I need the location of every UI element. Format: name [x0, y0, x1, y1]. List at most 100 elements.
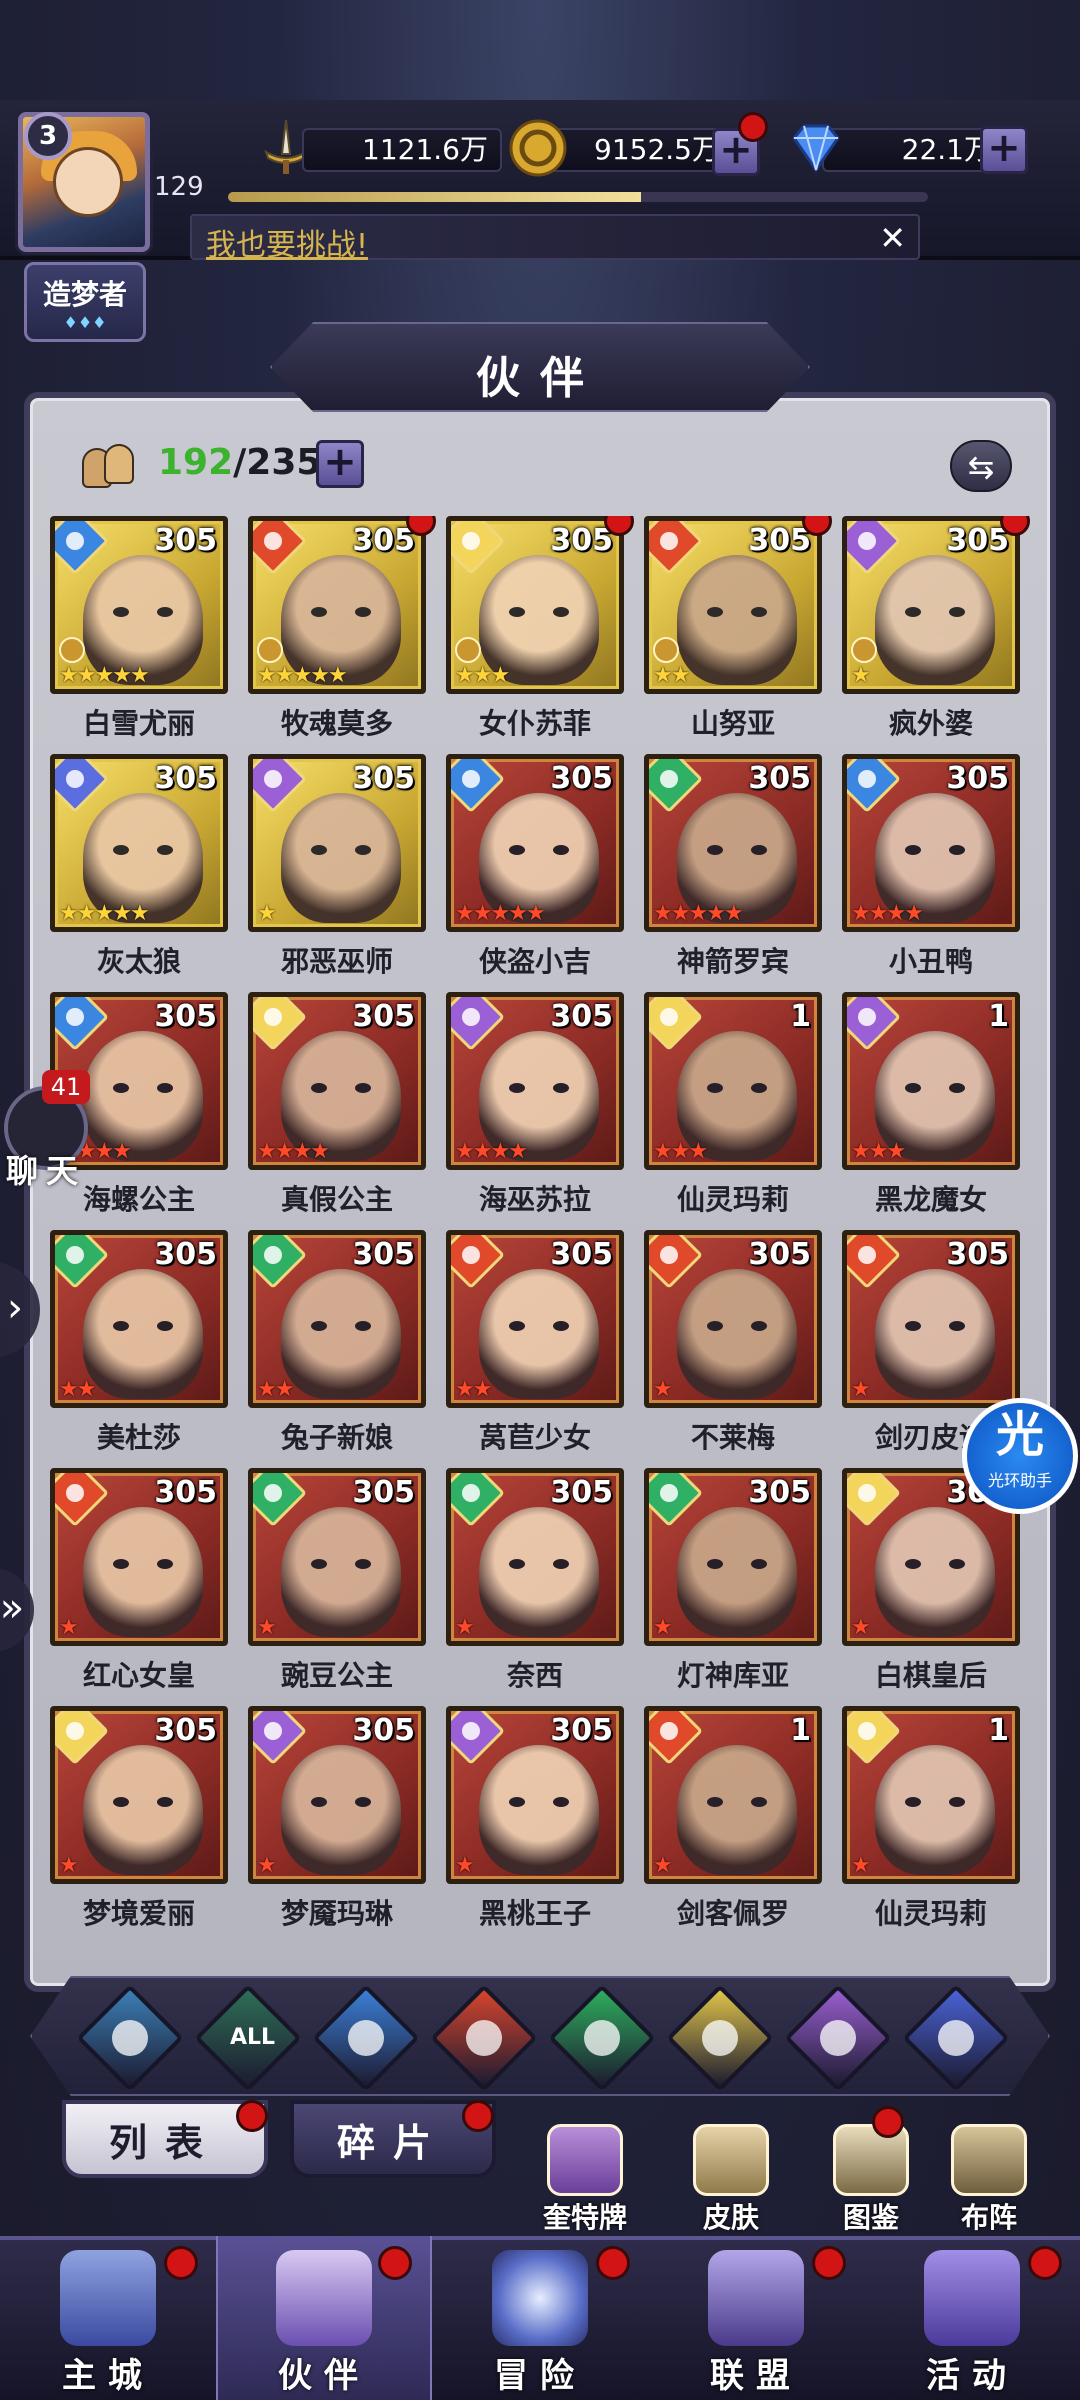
element-light-icon [847, 1711, 901, 1765]
hero-level: 1 [988, 999, 1009, 1034]
hero-art [83, 1269, 203, 1399]
hero-level: 1 [790, 1713, 811, 1748]
hero-card[interactable]: 305 ★★★★ 海巫苏拉 [446, 992, 624, 1228]
element-dark-icon [253, 759, 307, 813]
element-light-icon [847, 1473, 901, 1527]
hero-card[interactable]: 305 ★ 梦境爱丽 [50, 1706, 228, 1942]
nav-alliance[interactable]: 联盟 [648, 2236, 864, 2400]
hero-card[interactable]: 1 ★★★ 仙灵玛莉 [644, 992, 822, 1228]
star-icon: ★ [257, 901, 277, 926]
star-icon: ★ [257, 1615, 277, 1640]
hero-level: 305 [946, 523, 1009, 558]
nav-castle-dot [164, 2246, 198, 2280]
gold-coin-icon [509, 119, 567, 177]
hero-card[interactable]: 1 ★ 剑客佩罗 [644, 1706, 822, 1942]
hero-portrait: 305 ★★ [446, 1230, 624, 1408]
star-icon: ★ [653, 1377, 673, 1402]
cards-button[interactable]: 奎特牌 [530, 2124, 640, 2236]
element-fire-icon [253, 521, 307, 575]
shield-icon [708, 2250, 804, 2346]
xp-fill [228, 192, 641, 202]
chat-button[interactable]: 41 聊天 [0, 1066, 92, 1190]
hero-card[interactable]: 305 ★ 红心女皇 [50, 1468, 228, 1704]
formation-icon [951, 2124, 1027, 2196]
crown-icon [59, 637, 85, 663]
hero-card[interactable]: 305 ★ 不莱梅 [644, 1230, 822, 1466]
skin-button[interactable]: 皮肤 [676, 2124, 786, 2236]
hero-card[interactable]: 305 ★ 邪恶巫师 [248, 754, 426, 990]
hero-card[interactable]: 305 ★ 黑桃王子 [446, 1706, 624, 1942]
compass-icon [492, 2250, 588, 2346]
hero-card[interactable]: 305 ★★ 美杜莎 [50, 1230, 228, 1466]
star-icon: ★ [112, 1139, 132, 1164]
element-filter-bar [30, 1976, 1050, 2096]
hero-card[interactable]: 305 ★★★★★ 白雪尤丽 [50, 516, 228, 752]
element-wind-icon [253, 1473, 307, 1527]
diamond-add-button[interactable]: + [980, 126, 1028, 174]
hero-art [875, 1507, 995, 1637]
hero-card[interactable]: 305 ★★★★ 真假公主 [248, 992, 426, 1228]
hero-stars: ★★★ [455, 665, 510, 687]
element-dark-icon [847, 997, 901, 1051]
hero-card[interactable]: 305 ★★ 山努亚 [644, 516, 832, 752]
cards-icon [547, 2124, 623, 2196]
hero-stars: ★★★★★ [653, 903, 744, 925]
codex-button[interactable]: 图鉴 [816, 2124, 926, 2236]
nav-events[interactable]: 活动 [864, 2236, 1080, 2400]
challenge-banner[interactable]: 我也要挑战! ✕ [190, 214, 920, 263]
element-light-icon [253, 997, 307, 1051]
hero-card[interactable]: 1 ★★★ 黑龙魔女 [842, 992, 1020, 1228]
hero-card[interactable]: 305 ★ 疯外婆 [842, 516, 1030, 752]
star-icon: ★ [851, 1377, 871, 1402]
star-icon: ★ [904, 901, 924, 926]
hero-stars: ★ [851, 1855, 871, 1877]
hero-card[interactable]: 305 ★ 灯神库亚 [644, 1468, 822, 1704]
hero-name: 侠盗小吉 [478, 945, 591, 978]
star-icon: ★ [59, 1615, 79, 1640]
hero-card[interactable]: 305 ★★ 莴苣少女 [446, 1230, 624, 1466]
hero-card[interactable]: 305 ★★ 兔子新娘 [248, 1230, 426, 1466]
nav-partners-dot [378, 2246, 412, 2280]
nav-adventure[interactable]: 冒险 [432, 2236, 648, 2400]
hero-card[interactable]: 305 ★ 奈西 [446, 1468, 624, 1704]
hero-card[interactable]: 305 ★★★★★ 神箭罗宾 [644, 754, 822, 990]
hero-name: 剑客佩罗 [676, 1897, 789, 1930]
hero-card[interactable]: 305 ★★★ 女仆苏菲 [446, 516, 634, 752]
element-water-icon [55, 997, 109, 1051]
roster-expand-button[interactable]: + [316, 440, 364, 488]
star-icon: ★ [257, 1853, 277, 1878]
helper-small: 光环助手 [987, 1471, 1052, 1490]
hero-card[interactable]: 305 ★★★★ 小丑鸭 [842, 754, 1020, 990]
chat-label: 聊天 [6, 1152, 87, 1190]
element-dark-icon [253, 1711, 307, 1765]
hero-card[interactable]: 305 ★ 梦魇玛琳 [248, 1706, 426, 1942]
hero-name: 美杜莎 [96, 1421, 181, 1454]
element-dark-icon [451, 1711, 505, 1765]
hero-stars: ★★ [455, 1379, 492, 1401]
hero-name: 兔子新娘 [280, 1421, 393, 1454]
hero-card[interactable]: 305 ★★★★★ 灰太狼 [50, 754, 228, 990]
hero-level: 305 [550, 761, 613, 796]
hero-art [281, 1269, 401, 1399]
swap-view-button[interactable]: ⇆ [950, 440, 1012, 492]
hero-stars: ★ [653, 1617, 673, 1639]
skin-label: 皮肤 [702, 2201, 759, 2234]
hero-stars: ★★★★ [257, 1141, 330, 1163]
hero-card[interactable]: 305 ★★★★★ 牧魂莫多 [248, 516, 436, 752]
nav-partners[interactable]: 伙伴 [216, 2236, 432, 2400]
hero-card[interactable]: 305 ★ 豌豆公主 [248, 1468, 426, 1704]
hero-card[interactable]: 305 ★★★★★ 侠盗小吉 [446, 754, 624, 990]
partners-hat-icon [276, 2250, 372, 2346]
close-icon[interactable]: ✕ [879, 222, 906, 254]
formation-button[interactable]: 布阵 [934, 2124, 1044, 2236]
hero-portrait: 305 ★ [842, 1230, 1020, 1408]
hero-level: 305 [154, 1237, 217, 1272]
star-icon: ★ [653, 1853, 673, 1878]
nav-castle[interactable]: 主城 [0, 2236, 216, 2400]
hero-card[interactable]: 1 ★ 仙灵玛莉 [842, 1706, 1020, 1942]
helper-button[interactable]: 光 光环助手 [962, 1398, 1078, 1514]
player-title-badge[interactable]: 造梦者 ♦♦♦ [24, 262, 146, 342]
game-screen: { "player": { "vip_level": "3", "level":… [0, 0, 1080, 2400]
hero-stars: ★★★★★ [257, 665, 348, 687]
star-icon: ★ [129, 663, 150, 688]
